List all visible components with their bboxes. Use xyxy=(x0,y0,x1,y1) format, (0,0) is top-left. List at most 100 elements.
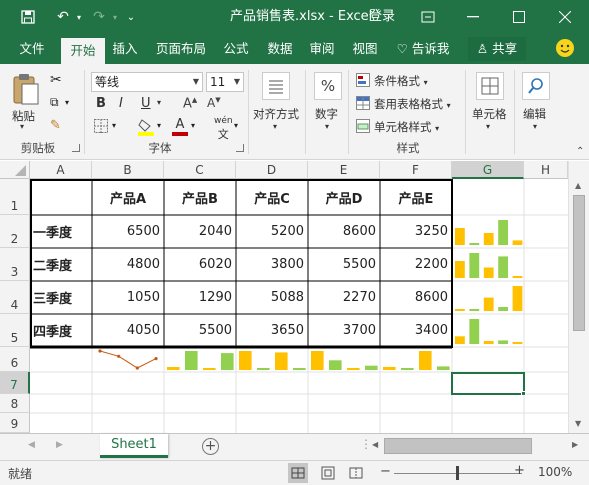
page-break-view-icon[interactable] xyxy=(346,463,366,483)
bold-button[interactable]: B xyxy=(96,96,106,111)
smiley-feedback-icon[interactable] xyxy=(556,39,574,57)
scroll-up-icon[interactable]: ▲ xyxy=(575,181,581,190)
tab-file[interactable]: 文件 xyxy=(12,34,52,64)
phonetic-dropdown-icon[interactable]: ▾ xyxy=(234,121,238,130)
font-launcher-icon[interactable] xyxy=(236,144,244,152)
minimize-icon[interactable] xyxy=(462,0,484,34)
page-layout-view-icon[interactable] xyxy=(318,463,338,483)
phonetic-icon[interactable]: wén 文 xyxy=(214,116,233,142)
copy-dropdown-icon[interactable]: ▾ xyxy=(65,98,69,107)
spreadsheet-grid: A B C D E F G H 1 2 3 4 5 6 7 8 9 产品A 产品… xyxy=(0,161,589,433)
person-icon: ♙ xyxy=(476,41,489,56)
row-sparkline-bar xyxy=(483,297,494,311)
zoom-slider-thumb[interactable] xyxy=(456,466,459,480)
scroll-down-icon[interactable]: ▼ xyxy=(575,419,581,428)
zoom-in-icon[interactable]: + xyxy=(514,463,525,478)
scrollbar-thumb[interactable] xyxy=(573,195,585,331)
share-button[interactable]: ♙ 共享 xyxy=(468,37,526,61)
normal-view-icon[interactable] xyxy=(288,463,308,483)
tab-page-layout[interactable]: 页面布局 xyxy=(152,34,210,64)
tell-me-label: 告诉我 xyxy=(411,41,450,56)
search-icon[interactable] xyxy=(522,72,550,100)
scroll-left-icon[interactable]: ◀ xyxy=(372,440,378,449)
tell-me[interactable]: ♡ 告诉我 xyxy=(394,34,452,64)
format-as-table-button[interactable]: 套用表格格式 ▾ xyxy=(374,96,451,112)
underline-button[interactable]: U xyxy=(141,96,151,111)
cell-styles-button[interactable]: 单元格样式 ▾ xyxy=(374,119,439,135)
add-sheet-icon[interactable]: + xyxy=(202,438,219,455)
prev-sheet-icon[interactable]: ◀ xyxy=(28,440,35,450)
horizontal-scrollbar-thumb[interactable] xyxy=(384,438,532,454)
ribbon-display-options-icon[interactable] xyxy=(417,0,439,34)
paste-icon[interactable] xyxy=(10,72,40,106)
login-link[interactable]: 登录 xyxy=(369,0,395,34)
chevron-down-icon: ▾ xyxy=(435,124,440,133)
maximize-icon[interactable] xyxy=(508,0,530,34)
collapse-ribbon-icon[interactable]: ⌃ xyxy=(576,146,584,157)
save-icon[interactable] xyxy=(18,0,38,34)
redo-dropdown-icon[interactable]: ▾ xyxy=(110,0,120,34)
tab-insert[interactable]: 插入 xyxy=(108,34,142,64)
font-color-icon[interactable]: A xyxy=(172,117,188,136)
cells-icon[interactable] xyxy=(476,72,504,100)
tab-split-handle[interactable]: ⋮ xyxy=(360,437,372,451)
conditional-format-button[interactable]: 条件格式 ▾ xyxy=(374,73,428,89)
chevron-down-icon: ▾ xyxy=(446,101,451,110)
format-painter-icon[interactable]: ✎ xyxy=(50,118,61,133)
close-icon[interactable] xyxy=(554,0,576,34)
zoom-out-icon[interactable]: − xyxy=(380,464,391,479)
number-format-button[interactable]: 数字 xyxy=(315,106,338,122)
editing-button[interactable]: 编辑 xyxy=(523,106,546,122)
increase-font-icon[interactable]: A▲ xyxy=(183,96,197,111)
undo-dropdown-icon[interactable]: ▾ xyxy=(74,0,84,34)
column-sparkline-bar xyxy=(311,351,324,370)
copy-icon[interactable]: ⧉ xyxy=(50,95,59,110)
tab-data[interactable]: 数据 xyxy=(264,34,296,64)
borders-icon[interactable] xyxy=(94,119,108,136)
editing-dropdown-icon[interactable]: ▾ xyxy=(533,122,537,131)
font-color-dropdown-icon[interactable]: ▾ xyxy=(191,121,195,130)
tab-formulas[interactable]: 公式 xyxy=(220,34,252,64)
tab-home[interactable]: 开始 xyxy=(61,38,105,64)
chevron-down-icon: ▼ xyxy=(192,77,199,86)
column-sparkline-bar xyxy=(203,368,216,370)
chevron-down-icon: ▾ xyxy=(423,78,428,87)
cells-dropdown-icon[interactable]: ▾ xyxy=(486,122,490,131)
fill-color-dropdown-icon[interactable]: ▾ xyxy=(157,121,161,130)
italic-button[interactable]: I xyxy=(119,96,123,111)
scroll-right-icon[interactable]: ▶ xyxy=(572,440,578,449)
status-bar: 就绪 − + 100% xyxy=(0,460,589,485)
tab-view[interactable]: 视图 xyxy=(349,34,381,64)
percent-icon[interactable]: % xyxy=(314,72,342,100)
zoom-level[interactable]: 100% xyxy=(538,465,572,479)
undo-icon[interactable]: ↶ xyxy=(52,0,74,34)
underline-dropdown-icon[interactable]: ▾ xyxy=(157,98,161,107)
number-dropdown-icon[interactable]: ▾ xyxy=(325,122,329,131)
row-sparkline-bar xyxy=(498,220,508,245)
column-sparkline-bar xyxy=(347,368,360,370)
sheet-tab-sheet1[interactable]: Sheet1 xyxy=(100,434,168,458)
alignment-dropdown-icon[interactable]: ▾ xyxy=(273,122,277,131)
font-name-select[interactable]: 等线 ▼ xyxy=(91,72,203,92)
selected-cell-g7[interactable] xyxy=(451,372,525,395)
decrease-font-icon[interactable]: A▼ xyxy=(207,96,221,110)
alignment-button[interactable]: 对齐方式 xyxy=(253,106,299,122)
borders-dropdown-icon[interactable]: ▾ xyxy=(112,121,116,130)
vertical-scrollbar[interactable]: ▲ ▼ xyxy=(568,161,589,433)
column-sparkline-bar xyxy=(167,367,180,370)
divider xyxy=(248,70,249,154)
cells-button[interactable]: 单元格 xyxy=(472,106,507,122)
fill-handle[interactable] xyxy=(521,391,526,396)
clipboard-launcher-icon[interactable] xyxy=(72,144,80,152)
paste-dropdown-icon[interactable]: ▾ xyxy=(20,122,24,131)
fill-color-icon[interactable] xyxy=(138,118,154,139)
column-sparkline-bar xyxy=(401,368,414,370)
redo-icon[interactable]: ↷ xyxy=(88,0,110,34)
tab-review[interactable]: 审阅 xyxy=(306,34,338,64)
customize-qat-icon[interactable]: ⌄ xyxy=(124,0,138,34)
chevron-down-icon: ▼ xyxy=(233,77,240,86)
cut-icon[interactable]: ✂ xyxy=(50,72,62,88)
alignment-icon[interactable] xyxy=(262,72,290,100)
next-sheet-icon[interactable]: ▶ xyxy=(56,440,63,450)
font-size-select[interactable]: 11 ▼ xyxy=(206,72,244,92)
